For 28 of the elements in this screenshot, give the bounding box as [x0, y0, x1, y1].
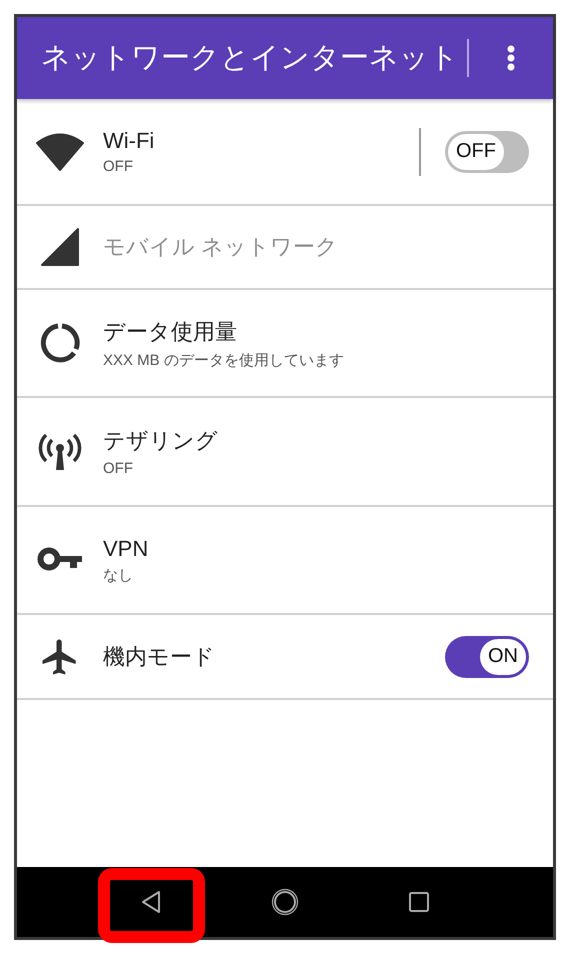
screen-title: ネットワークとインターネット: [41, 41, 460, 76]
settings-item[interactable]: 機内モード ON: [17, 615, 553, 700]
hotspot-icon: [37, 432, 83, 472]
item-summary: OFF: [103, 158, 134, 175]
item-title: データ使用量: [103, 318, 238, 346]
item-title: Wi-Fi: [103, 128, 156, 154]
switch-label: ON: [480, 638, 526, 674]
item-title: VPN: [103, 536, 150, 562]
toggle-switch[interactable]: OFF: [445, 130, 529, 172]
settings-item[interactable]: テザリング OFF: [17, 398, 553, 507]
switch-label: OFF: [448, 134, 504, 170]
toggle-switch[interactable]: ON: [445, 636, 529, 678]
item-title: モバイル ネットワーク: [103, 233, 340, 261]
item-title: 機内モード: [103, 642, 216, 670]
more-icon: [507, 45, 515, 71]
item-title: テザリング: [103, 427, 219, 455]
item-summary: XXX MB のデータを使用しています: [103, 350, 345, 370]
item-summary: OFF: [103, 460, 134, 477]
home-icon: [271, 888, 299, 916]
signal-icon: [40, 227, 80, 267]
recents-icon: [408, 891, 430, 913]
settings-item[interactable]: データ使用量 XXX MB のデータを使用しています: [17, 290, 553, 398]
back-icon: [140, 890, 162, 914]
settings-item[interactable]: VPN なし: [17, 507, 553, 615]
data-usage-icon: [39, 322, 81, 364]
item-summary: なし: [103, 566, 134, 584]
wifi-icon: [35, 132, 85, 172]
settings-item[interactable]: Wi-Fi OFF OFF: [17, 99, 553, 206]
